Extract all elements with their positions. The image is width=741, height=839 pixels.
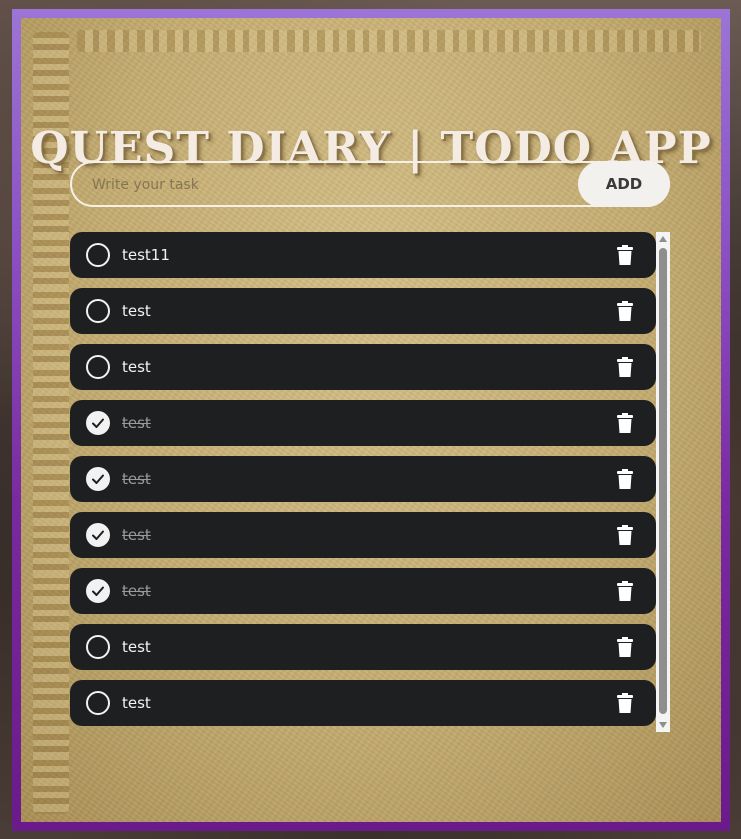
task-text: test11 [122, 246, 170, 264]
trash-icon[interactable] [614, 579, 636, 603]
unchecked-circle-icon[interactable] [86, 635, 110, 659]
unchecked-circle-icon[interactable] [86, 355, 110, 379]
task-item[interactable]: test [70, 344, 656, 390]
trash-icon[interactable] [614, 243, 636, 267]
task-text: test [122, 694, 151, 712]
trash-icon[interactable] [614, 411, 636, 435]
trash-icon[interactable] [614, 467, 636, 491]
trash-icon[interactable] [614, 299, 636, 323]
unchecked-circle-icon[interactable] [86, 299, 110, 323]
task-item[interactable]: test [70, 400, 656, 446]
task-text: test [122, 358, 151, 376]
task-input-row: ADD [70, 161, 670, 207]
unchecked-circle-icon[interactable] [86, 243, 110, 267]
task-input[interactable] [90, 163, 564, 207]
checked-circle-icon[interactable] [86, 523, 110, 547]
task-list-container: test11 test test test test test test test test [70, 232, 670, 732]
scrollbar[interactable] [656, 232, 670, 732]
task-text: test [122, 582, 151, 600]
app-frame: QUEST DIARY | TODO APP ADD test11testtes… [12, 9, 730, 831]
ornamental-border-top [77, 30, 701, 52]
scrollbar-thumb[interactable] [659, 248, 667, 714]
task-item[interactable]: test [70, 680, 656, 726]
task-text: test [122, 414, 151, 432]
task-item[interactable]: test [70, 568, 656, 614]
trash-icon[interactable] [614, 355, 636, 379]
task-item[interactable]: test11 [70, 232, 656, 278]
task-text: test [122, 526, 151, 544]
task-text: test [122, 302, 151, 320]
task-item[interactable]: test [70, 512, 656, 558]
checked-circle-icon[interactable] [86, 411, 110, 435]
task-item[interactable]: test [70, 456, 656, 502]
task-item[interactable]: test [70, 288, 656, 334]
task-item[interactable]: test [70, 624, 656, 670]
task-text: test [122, 638, 151, 656]
checked-circle-icon[interactable] [86, 467, 110, 491]
scroll-up-arrow-icon[interactable] [656, 232, 670, 246]
trash-icon[interactable] [614, 635, 636, 659]
trash-icon[interactable] [614, 523, 636, 547]
add-task-button[interactable]: ADD [578, 161, 670, 207]
trash-icon[interactable] [614, 691, 636, 715]
unchecked-circle-icon[interactable] [86, 691, 110, 715]
scroll-down-arrow-icon[interactable] [656, 718, 670, 732]
checked-circle-icon[interactable] [86, 579, 110, 603]
task-list[interactable]: test11 test test test test test test test test [70, 232, 656, 732]
task-text: test [122, 470, 151, 488]
